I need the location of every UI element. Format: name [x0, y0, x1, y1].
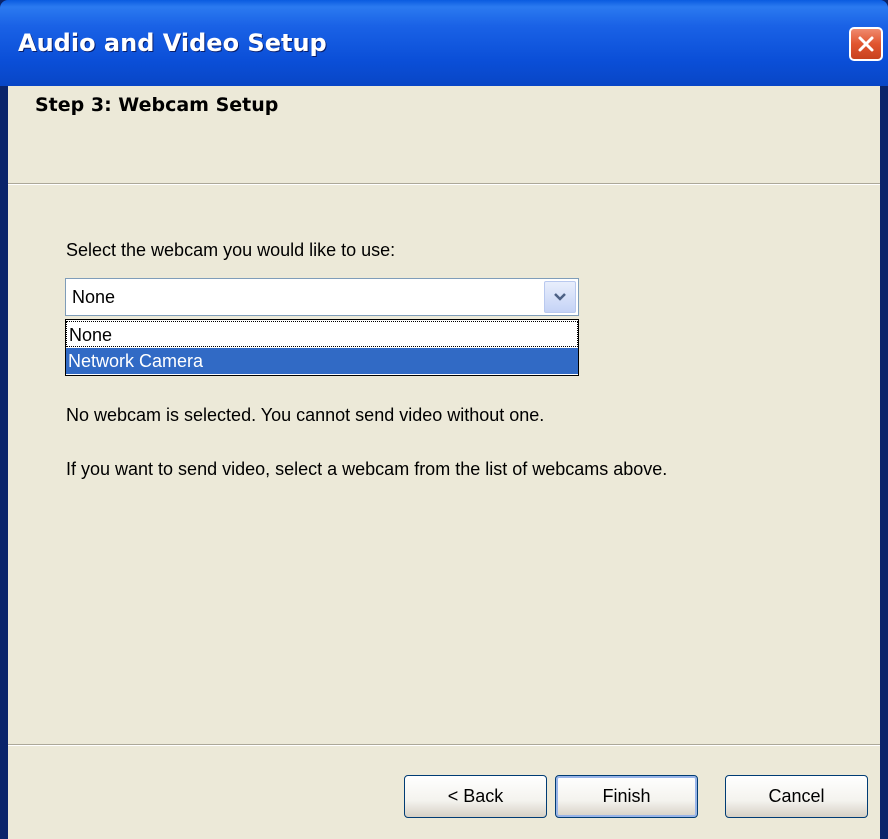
dialog-window: Audio and Video Setup Step 3: Webcam Set… — [0, 0, 888, 839]
window-title: Audio and Video Setup — [18, 29, 327, 57]
chevron-down-icon — [554, 293, 566, 301]
dropdown-option-none[interactable]: None — [66, 321, 578, 347]
cancel-button[interactable]: Cancel — [725, 775, 868, 818]
back-button[interactable]: < Back — [404, 775, 547, 818]
close-button[interactable] — [849, 27, 883, 61]
dropdown-button[interactable] — [544, 281, 576, 313]
webcam-select[interactable]: None — [65, 278, 579, 316]
webcam-dropdown-list: None Network Camera — [65, 319, 579, 376]
finish-button[interactable]: Finish — [555, 775, 698, 818]
header-divider — [8, 183, 880, 185]
footer-divider — [8, 744, 880, 746]
close-icon — [858, 36, 874, 52]
step-title: Step 3: Webcam Setup — [35, 94, 279, 116]
hint-message: If you want to send video, select a webc… — [66, 459, 668, 479]
webcam-prompt: Select the webcam you would like to use: — [66, 240, 396, 260]
webcam-select-value: None — [72, 287, 116, 307]
status-message: No webcam is selected. You cannot send v… — [66, 405, 545, 425]
dropdown-option-network-camera[interactable]: Network Camera — [66, 348, 578, 374]
wizard-header: Step 3: Webcam Setup — [8, 86, 880, 183]
title-bar[interactable]: Audio and Video Setup — [0, 0, 888, 86]
dialog-body: Step 3: Webcam Setup Select the webcam y… — [8, 86, 880, 839]
